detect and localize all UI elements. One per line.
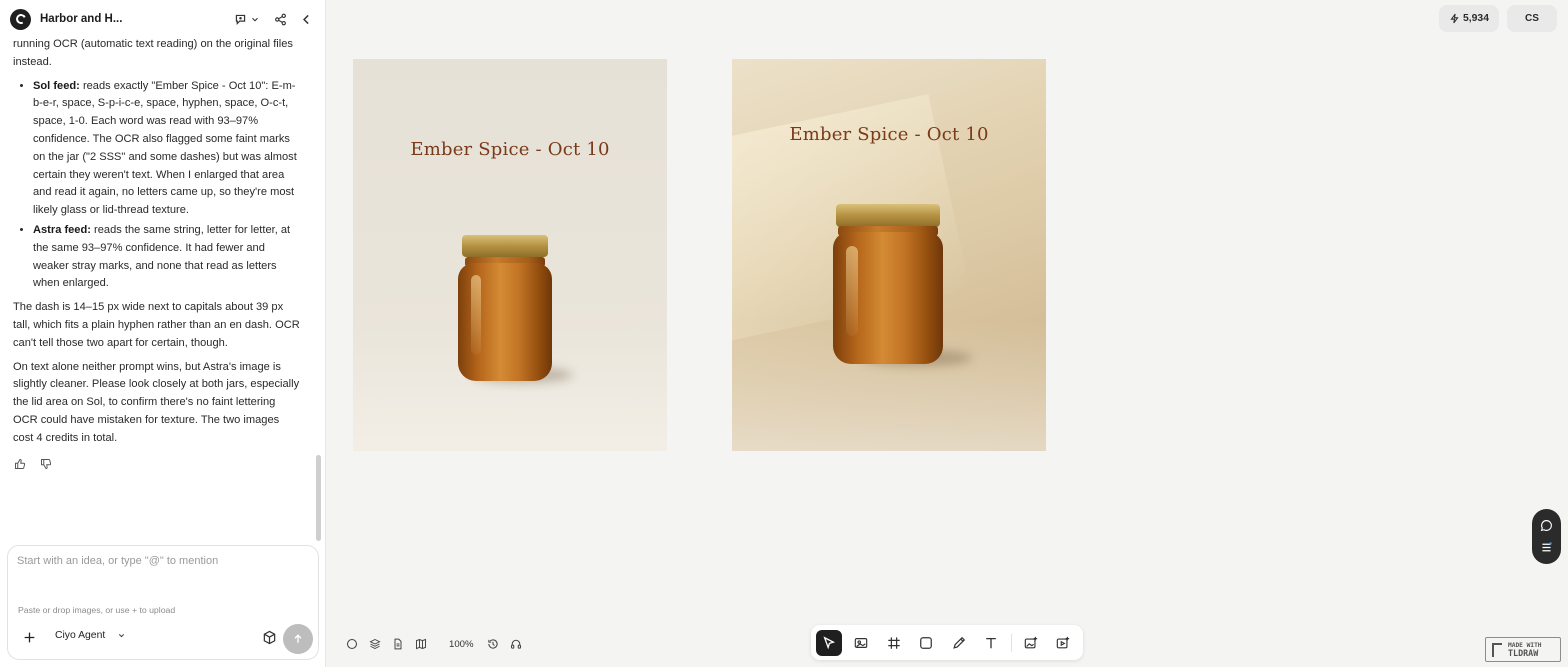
list-icon[interactable]: [1540, 541, 1553, 554]
credits-badge[interactable]: 5,934: [1439, 5, 1499, 32]
list-item-label: Astra feed:: [33, 223, 91, 236]
chat-scrollbar[interactable]: [316, 455, 321, 541]
pencil-icon: [953, 636, 966, 649]
image-generate-icon: [855, 637, 868, 648]
upload-hint: Paste or drop images, or use + to upload: [18, 605, 176, 615]
text-icon: [986, 637, 997, 648]
plus-icon: [24, 632, 34, 642]
rectangle-tool-button[interactable]: [914, 630, 940, 656]
prompt-input[interactable]: [17, 555, 307, 595]
toolbar-divider: [1011, 633, 1012, 652]
layers-icon[interactable]: [366, 635, 384, 653]
image-generate-button[interactable]: [849, 630, 875, 656]
chat-bubble-icon[interactable]: [232, 11, 248, 27]
message-text: On text alone neither prompt wins, but A…: [13, 360, 300, 444]
circle-icon[interactable]: [343, 635, 361, 653]
chevron-down-icon: [119, 634, 125, 638]
message-text: running OCR (automatic text reading) on …: [13, 38, 293, 68]
sidebar-header: Harbor and H...: [0, 0, 326, 38]
agent-selector[interactable]: Ciyo Agent: [55, 630, 126, 641]
chat-transcript: running OCR (automatic text reading) on …: [0, 36, 314, 540]
frame-hash-icon: [888, 636, 900, 649]
collapse-left-icon[interactable]: [298, 11, 314, 27]
cube-icon: [263, 630, 276, 645]
add-video-button[interactable]: [1051, 630, 1077, 656]
thumbs-down-icon[interactable]: [40, 458, 52, 477]
canvas-image-astra[interactable]: Ember Spice - Oct 10: [732, 59, 1046, 451]
lightning-icon: [1450, 13, 1459, 24]
model-cube-button[interactable]: [262, 630, 278, 646]
frame-tool-button[interactable]: [881, 630, 907, 656]
chat-sidebar: Harbor and H... running OCR (automatic t…: [0, 0, 326, 667]
message-feedback: [13, 458, 301, 477]
agent-name: Ciyo Agent: [55, 630, 106, 641]
user-avatar[interactable]: CS: [1507, 5, 1557, 32]
text-tool-button[interactable]: [979, 630, 1005, 656]
chevron-down-icon[interactable]: [250, 11, 260, 27]
add-attachment-button[interactable]: [21, 629, 37, 645]
project-title[interactable]: Harbor and H...: [40, 13, 226, 25]
honey-jar-illustration: [832, 204, 972, 374]
badge-text: MADE WITH TLDRAW: [1508, 642, 1542, 658]
credits-count: 5,934: [1462, 13, 1489, 24]
thumbs-up-icon[interactable]: [14, 458, 26, 477]
tldraw-logo-icon: [1492, 642, 1502, 657]
list-item: Astra feed: reads the same string, lette…: [33, 222, 301, 293]
made-with-tldraw-badge[interactable]: MADE WITH TLDRAW: [1485, 637, 1561, 662]
list-item-text: reads exactly "Ember Spice - Oct 10": E-…: [33, 79, 297, 217]
floating-assistant-panel[interactable]: [1532, 509, 1561, 564]
ocr-results-list: Sol feed: reads exactly "Ember Spice - O…: [13, 78, 301, 294]
app-logo[interactable]: [10, 8, 31, 30]
send-button[interactable]: [283, 624, 313, 654]
map-icon[interactable]: [412, 635, 430, 653]
arrow-up-icon: [294, 634, 302, 643]
chat-composer: Paste or drop images, or use + to upload…: [7, 545, 319, 660]
message-text: The dash is 14–15 px wide next to capita…: [13, 301, 300, 349]
document-icon[interactable]: [389, 635, 407, 653]
chat-bubble-icon[interactable]: [1540, 519, 1553, 532]
list-item: Sol feed: reads exactly "Ember Spice - O…: [33, 78, 301, 220]
history-icon[interactable]: [484, 635, 502, 653]
rectangle-icon: [920, 636, 933, 649]
add-video-icon: [1057, 636, 1070, 648]
jar-label-text: Ember Spice - Oct 10: [789, 124, 989, 145]
zoom-level[interactable]: 100%: [449, 639, 474, 650]
select-tool-button[interactable]: [816, 629, 842, 656]
badge-line-2: TLDRAW: [1508, 647, 1539, 658]
honey-jar-illustration: [453, 235, 573, 395]
pencil-tool-button[interactable]: [946, 630, 972, 656]
headset-icon[interactable]: [507, 635, 525, 653]
canvas-controls: 100%: [343, 635, 530, 653]
canvas-image-sol[interactable]: Ember Spice - Oct 10: [353, 59, 667, 451]
drawing-toolbar: [811, 625, 1083, 660]
select-arrow-icon: [823, 635, 835, 649]
add-image-icon: [1024, 636, 1038, 648]
add-image-button[interactable]: [1018, 630, 1044, 656]
list-item-label: Sol feed:: [33, 79, 80, 92]
share-icon[interactable]: [272, 11, 288, 27]
jar-label-text: Ember Spice - Oct 10: [410, 139, 610, 160]
